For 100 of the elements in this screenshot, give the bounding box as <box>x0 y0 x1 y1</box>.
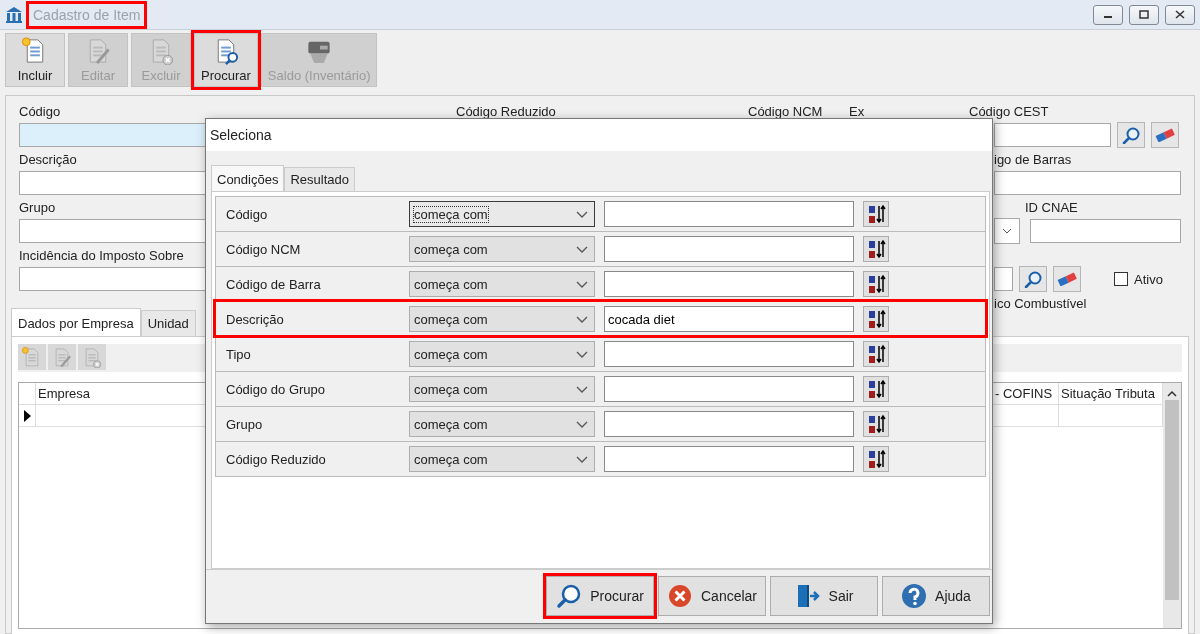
condition-label: Tipo <box>225 346 252 362</box>
sort-button[interactable] <box>863 376 889 402</box>
text-field[interactable] <box>994 267 1013 291</box>
search-icon <box>556 583 583 609</box>
dialog-title: Seleciona <box>210 127 272 143</box>
maximize-button[interactable] <box>1129 4 1159 25</box>
condition-label: Código do Grupo <box>225 381 326 397</box>
tab[interactable]: Resultado <box>284 167 355 191</box>
condition-label: Descrição <box>225 311 285 327</box>
field-label: Descrição <box>19 151 77 167</box>
barcode-field[interactable] <box>994 171 1181 195</box>
value-field[interactable] <box>604 236 854 262</box>
search-button[interactable] <box>1019 266 1047 292</box>
description-field[interactable] <box>19 171 206 195</box>
sort-button[interactable] <box>863 306 889 332</box>
scrollbar-thumb[interactable] <box>1165 400 1179 600</box>
operator-dropdown[interactable]: começa com <box>409 306 595 332</box>
code-field[interactable] <box>19 123 206 147</box>
operator-dropdown[interactable]: começa com <box>409 271 595 297</box>
condition-label: Código NCM <box>225 241 302 257</box>
checkbox-label: Ativo <box>1134 271 1163 287</box>
value-field[interactable] <box>604 271 854 297</box>
chevron-icon <box>576 210 588 218</box>
clear-button[interactable] <box>1151 122 1179 148</box>
window-title: Cadastro de Item <box>29 3 145 26</box>
row-pointer-icon <box>23 409 31 422</box>
chevron-icon <box>576 280 588 288</box>
minimize-button[interactable] <box>1093 4 1123 25</box>
chevron-icon <box>576 420 588 428</box>
field-label: Grupo <box>19 199 56 215</box>
field-label: Código Reduzido <box>456 103 556 119</box>
sort-button[interactable] <box>863 341 889 367</box>
operator-dropdown[interactable]: começa com <box>409 341 595 367</box>
cnae-field[interactable] <box>1030 219 1181 243</box>
field-label: Código CEST <box>969 103 1049 119</box>
field-label: igo de Barras <box>994 151 1072 167</box>
cest-field[interactable] <box>994 123 1111 147</box>
chevron-icon <box>576 315 588 323</box>
cancel-icon <box>667 583 693 609</box>
condition-label: Código Reduzido <box>225 451 327 467</box>
tax-field[interactable] <box>19 267 206 291</box>
close-icon <box>1175 10 1185 19</box>
value-field[interactable] <box>604 201 854 227</box>
operator-dropdown[interactable]: começa com <box>409 376 595 402</box>
app-icon <box>5 5 23 24</box>
scroll-up-icon <box>1167 390 1177 398</box>
search-button[interactable] <box>1117 122 1145 148</box>
tab[interactable]: Unidad <box>140 310 196 336</box>
field-label: Incidência do Imposto Sobre <box>19 247 184 263</box>
search-icon <box>1122 126 1140 144</box>
field-label: ico Combustível <box>994 295 1087 311</box>
eraser-icon <box>1057 272 1077 286</box>
field-label: ID CNAE <box>1025 199 1078 215</box>
sort-icon <box>866 308 886 330</box>
value-field[interactable]: cocada diet <box>604 306 854 332</box>
field-label: Código NCM <box>748 103 823 119</box>
active-checkbox[interactable] <box>1114 272 1128 286</box>
condition-label: Código de Barra <box>225 276 322 292</box>
sort-button[interactable] <box>863 411 889 437</box>
tab[interactable]: Condições <box>211 165 285 191</box>
condition-label: Código <box>225 206 269 222</box>
tab[interactable]: Dados por Empresa <box>11 308 141 336</box>
sort-icon <box>866 203 886 225</box>
toolbar-button[interactable]: Procurar <box>194 33 258 87</box>
help-icon <box>901 583 928 609</box>
value-field[interactable] <box>604 411 854 437</box>
chevron-icon <box>576 455 588 463</box>
chevron-icon <box>576 350 588 358</box>
value-field[interactable] <box>604 341 854 367</box>
sort-icon <box>866 413 886 435</box>
sort-icon <box>866 238 886 260</box>
dialog-button[interactable]: Sair <box>770 576 878 616</box>
value-field[interactable] <box>604 376 854 402</box>
dropdown[interactable] <box>994 218 1020 244</box>
sort-icon <box>866 343 886 365</box>
dialog-button[interactable]: Cancelar <box>658 576 766 616</box>
sort-icon <box>866 378 886 400</box>
chevron-icon <box>1002 228 1012 234</box>
sort-icon <box>866 448 886 470</box>
value-field[interactable] <box>604 446 854 472</box>
dialog-button[interactable]: Procurar <box>546 576 654 616</box>
chevron-icon <box>576 245 588 253</box>
sort-button[interactable] <box>863 201 889 227</box>
eraser-icon <box>1155 128 1175 142</box>
operator-dropdown[interactable]: começa com <box>409 411 595 437</box>
group-field[interactable] <box>19 219 206 243</box>
close-button[interactable] <box>1165 4 1195 25</box>
condition-label: Grupo <box>225 416 264 432</box>
operator-dropdown[interactable]: começa com <box>409 201 595 227</box>
toolbar-button[interactable]: Incluir <box>5 33 65 87</box>
dialog-button[interactable]: Ajuda <box>882 576 990 616</box>
sort-button[interactable] <box>863 236 889 262</box>
sort-button[interactable] <box>863 446 889 472</box>
field-label: Ex <box>849 103 865 119</box>
toolbar-button[interactable] <box>48 344 76 370</box>
operator-dropdown[interactable]: começa com <box>409 446 595 472</box>
sort-button[interactable] <box>863 271 889 297</box>
operator-dropdown[interactable]: começa com <box>409 236 595 262</box>
clear-button[interactable] <box>1053 266 1081 292</box>
maximize-icon <box>1139 10 1149 19</box>
